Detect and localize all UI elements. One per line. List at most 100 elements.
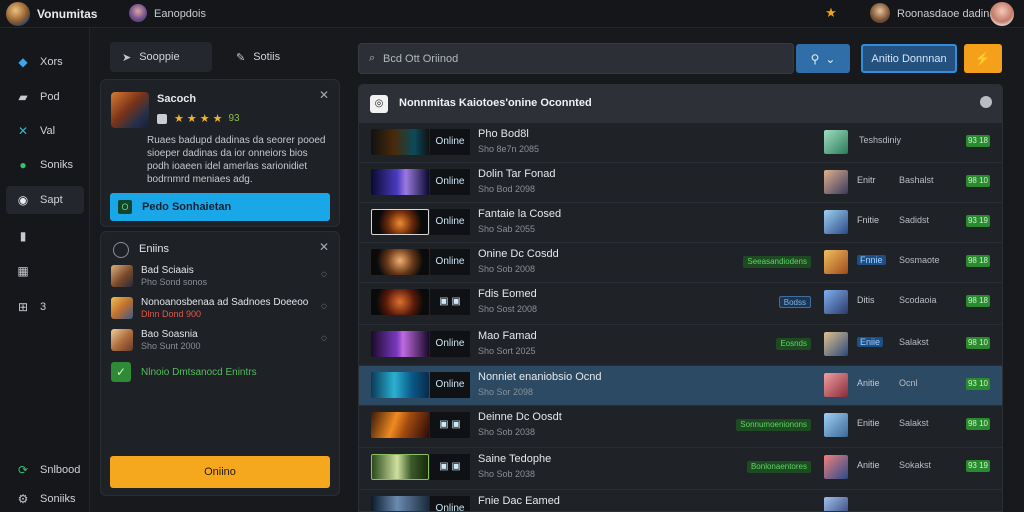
top-bar: Vonumitas Eanopdois ★ Roonasdaoe dadinas xyxy=(0,0,1024,28)
app-logo[interactable] xyxy=(6,2,30,26)
friend-item[interactable]: Nonoanosbenaa ad Sadnoes Doeeoo Dlnn Don… xyxy=(111,296,329,322)
friend-name: Bao Soasnia xyxy=(141,329,198,340)
sidebar-item-bookmark[interactable]: ▮ xyxy=(6,222,84,250)
settings-icon[interactable] xyxy=(980,96,992,108)
tab-sotiis[interactable]: ✎ Sotiis xyxy=(224,42,324,72)
sidebar-item-sapt[interactable]: ◉ Sapt xyxy=(6,186,84,214)
bolt-button[interactable]: ⚡ xyxy=(964,44,1002,73)
search-filter-dropdown[interactable]: ⚲ ⌄ xyxy=(796,44,850,73)
user-name[interactable]: Eanopdois xyxy=(154,8,206,20)
list-header: ◎ Nonnmitas Kaiotoes'onine Oconnted xyxy=(359,85,1002,123)
game-subtitle: Sho Sost 2008 xyxy=(478,304,538,314)
profile-avatar[interactable] xyxy=(870,3,890,23)
status-label: Online xyxy=(430,496,470,511)
friends-card: Eniins ✕ Bad Sciaais Pho Sond sonos ◌ No… xyxy=(100,231,340,496)
badge-icon: O xyxy=(118,200,132,214)
search-bar: ⌕ xyxy=(358,43,794,74)
search-input[interactable] xyxy=(383,44,783,73)
table-row[interactable]: ▣ ▣ Saine Tedophe Sho Sob 2038 Bonlonaen… xyxy=(359,448,1002,490)
account-avatar[interactable] xyxy=(990,2,1014,26)
player-status: Bashalst xyxy=(899,175,934,185)
status-badge: Bodss xyxy=(778,296,811,308)
avatar xyxy=(824,373,848,397)
more-icon[interactable]: ◌ xyxy=(321,333,327,344)
sidebar-item-label: Snlbood xyxy=(40,464,81,476)
player-status: Scodaoia xyxy=(899,295,937,305)
player-badge: Fnnie xyxy=(857,255,886,265)
profile-name[interactable]: Roonasdaoe dadinas xyxy=(897,8,1001,20)
status-label: Online xyxy=(430,331,470,357)
game-thumbnail xyxy=(371,169,429,195)
sidebar-item-xors[interactable]: ◆ Xors xyxy=(6,48,84,76)
game-subtitle: Sho Bod 2098 xyxy=(478,184,536,194)
player-badge: Anitie xyxy=(857,460,880,470)
sidebar-item-grid[interactable]: ⊞ 3 xyxy=(6,293,84,321)
tab-sooppie[interactable]: ➤ Sooppie xyxy=(110,42,212,72)
game-subtitle: Sho Sor 2098 xyxy=(478,387,534,397)
add-friend-row[interactable]: ✓ Nlnoio Dmtsanocd Enintrs xyxy=(111,362,257,382)
price-badge[interactable]: 93 18 xyxy=(966,135,990,147)
price-badge[interactable]: 98 10 xyxy=(966,175,990,187)
sidebar-item-store[interactable]: ▦ xyxy=(6,257,84,285)
more-icon[interactable]: ◌ xyxy=(321,269,327,280)
game-title: Fdis Eomed xyxy=(478,288,537,300)
table-row[interactable]: Online Dolin Tar Fonad Sho Bod 2098 Enit… xyxy=(359,163,1002,203)
player-badge: Fnitie xyxy=(857,215,880,225)
table-row[interactable]: Online Onine Dc Cosdd Sho Sob 2008 Seeas… xyxy=(359,243,1002,283)
table-row[interactable]: Online Pho Bod8l Sho 8e7n 2085 Teshsdini… xyxy=(359,123,1002,163)
tab-label: Sooppie xyxy=(139,51,180,63)
player-status: Sokakst xyxy=(899,460,932,470)
price-badge[interactable]: 98 18 xyxy=(966,295,990,307)
game-thumbnail xyxy=(371,249,429,275)
close-icon[interactable]: ✕ xyxy=(319,88,329,102)
table-row[interactable]: Online Fantaie la Cosed Sho Sab 2055 Fni… xyxy=(359,203,1002,243)
friend-item[interactable]: Bao Soasnia Sho Sunt 2000 ◌ xyxy=(111,328,329,354)
price-badge[interactable]: 93 19 xyxy=(966,460,990,472)
price-badge[interactable]: 93 10 xyxy=(966,378,990,390)
game-title: Nonniet enaniobsio Ocnd xyxy=(478,371,602,383)
sidebar-item-pod[interactable]: ▰ Pod xyxy=(6,83,84,111)
featured-game-image[interactable] xyxy=(111,92,149,128)
status-label: Online xyxy=(430,169,470,195)
featured-name: Sacoch xyxy=(157,93,197,105)
game-title: Fnie Dac Eamed xyxy=(478,495,560,507)
cross-icon: ✕ xyxy=(17,124,29,138)
friend-item[interactable]: Bad Sciaais Pho Sond sonos ◌ xyxy=(111,264,329,290)
status-label: Online xyxy=(430,209,470,235)
sidebar-item-snlbood[interactable]: ⟳ Snlbood xyxy=(6,456,84,484)
table-row[interactable]: ▣ ▣ Fdis Eomed Sho Sost 2008 Bodss Ditis… xyxy=(359,283,1002,325)
sidebar-item-val[interactable]: ✕ Val xyxy=(6,117,84,145)
left-tabs: ➤ Sooppie ✎ Sotiis xyxy=(100,42,340,72)
avatar xyxy=(824,250,848,274)
game-subtitle: Sho Sob 2038 xyxy=(478,427,536,437)
table-row[interactable]: ▣ ▣ Deinne Dc Oosdt Sho Sob 2038 Sonnumo… xyxy=(359,406,1002,448)
search-icon: ⚲ xyxy=(810,51,820,66)
action-button[interactable]: Anitio Donnnan xyxy=(861,44,957,73)
game-title: Saine Tedophe xyxy=(478,453,552,465)
star-icon[interactable]: ★ xyxy=(824,6,838,20)
table-row[interactable]: Online Mao Famad Sho Sort 2025 Eosnds En… xyxy=(359,325,1002,366)
user-avatar[interactable] xyxy=(129,4,147,22)
price-badge[interactable]: 93 19 xyxy=(966,215,990,227)
game-thumbnail xyxy=(371,372,429,398)
price-badge[interactable]: 98 10 xyxy=(966,337,990,349)
sidebar-item-label: Sapt xyxy=(40,194,63,206)
sidebar-item-label: Soniiks xyxy=(40,493,76,505)
player-badge: Ditis xyxy=(857,295,875,305)
tag-icon: ◆ xyxy=(18,55,28,69)
avatar xyxy=(111,329,133,351)
table-row-selected[interactable]: Online Nonniet enaniobsio Ocnd Sho Sor 2… xyxy=(359,366,1002,406)
price-badge[interactable]: 98 18 xyxy=(966,255,990,267)
table-row[interactable]: Online Fnie Dac Eamed xyxy=(359,490,1002,511)
online-button[interactable]: Oniino xyxy=(110,456,330,488)
featured-description: Ruaes badupd dadinas da seorer pooed sio… xyxy=(147,135,326,185)
sidebar-item-label: Val xyxy=(40,125,56,137)
sidebar-item-settings[interactable]: ⚙ Soniiks xyxy=(6,485,84,512)
sidebar-item-soniks[interactable]: ● Soniks xyxy=(6,151,84,179)
game-thumbnail xyxy=(371,209,429,235)
close-icon[interactable]: ✕ xyxy=(319,240,329,254)
price-badge[interactable]: 98 10 xyxy=(966,418,990,430)
player-status: Salakst xyxy=(899,337,929,347)
more-icon[interactable]: ◌ xyxy=(321,301,327,312)
featured-action-button[interactable]: O Pedo Sonhaietan xyxy=(110,193,330,221)
